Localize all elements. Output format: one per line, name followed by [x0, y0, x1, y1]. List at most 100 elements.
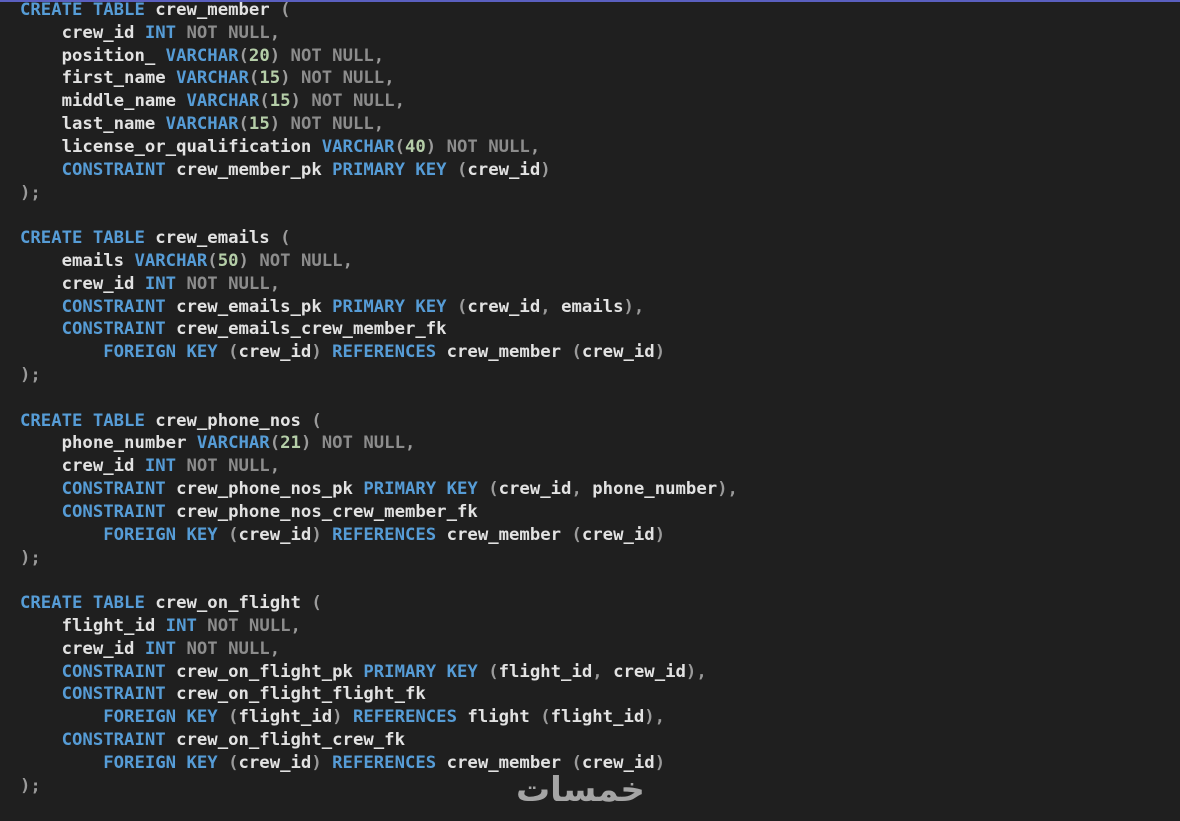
code-line[interactable]: position_ VARCHAR(20) NOT NULL,	[20, 45, 738, 68]
punctuation-token: (	[571, 524, 582, 545]
keyword-token: VARCHAR	[134, 250, 208, 271]
keyword-token: INT	[144, 456, 177, 477]
code-line[interactable]: CONSTRAINT crew_emails_pk PRIMARY KEY (c…	[20, 296, 738, 319]
code-line[interactable]: middle_name VARCHAR(15) NOT NULL,	[20, 90, 738, 113]
code-line[interactable]: CREATE TABLE crew_emails (	[20, 227, 738, 250]
identifier-token: emails	[20, 250, 135, 271]
code-line[interactable]: license_or_qualification VARCHAR(40) NOT…	[20, 136, 738, 159]
punctuation-token: ,	[269, 22, 281, 43]
identifier-token	[20, 753, 103, 773]
identifier-token: crew_phone_nos_pk	[165, 479, 364, 500]
keyword-token: CONSTRAINT	[61, 501, 166, 522]
code-line[interactable]: CONSTRAINT crew_phone_nos_pk PRIMARY KEY…	[20, 478, 738, 501]
identifier-token: position_	[20, 45, 166, 66]
code-line[interactable]: emails VARCHAR(50) NOT NULL,	[20, 250, 738, 273]
keyword-token: VARCHAR	[186, 91, 260, 112]
punctuation-token: (	[217, 707, 239, 728]
identifier-token: phone_number	[592, 479, 718, 500]
identifier-token: crew_id	[20, 22, 145, 43]
keyword-token: VARCHAR	[196, 433, 270, 454]
identifier-token: emails	[561, 296, 624, 317]
punctuation-token: ,	[373, 45, 385, 66]
identifier-token: crew_id	[20, 456, 145, 477]
punctuation-token: (	[311, 410, 322, 431]
identifier-token: flight_id	[20, 615, 166, 636]
punctuation-token: ,	[269, 456, 281, 477]
code-line[interactable]: crew_id INT NOT NULL,	[20, 638, 738, 661]
punctuation-token: )	[311, 752, 333, 773]
number-token: 21	[280, 433, 301, 454]
code-line[interactable]	[20, 569, 738, 592]
punctuation-token: )	[290, 91, 301, 112]
not-null-token: NOT NULL	[176, 456, 270, 477]
code-line[interactable]: CONSTRAINT crew_phone_nos_crew_member_fk	[20, 501, 738, 524]
code-line[interactable]: );	[20, 364, 738, 387]
code-line[interactable]: CREATE TABLE crew_on_flight (	[20, 592, 738, 615]
code-line[interactable]: CREATE TABLE crew_phone_nos (	[20, 410, 738, 433]
identifier-token: crew_member_pk	[165, 159, 333, 180]
identifier-token: crew_emails_pk	[165, 296, 333, 317]
keyword-token: VARCHAR	[321, 136, 395, 157]
identifier-token: crew_phone_nos_crew_member_fk	[165, 501, 478, 522]
code-line[interactable]: crew_id INT NOT NULL,	[20, 22, 738, 45]
code-line[interactable]: phone_number VARCHAR(21) NOT NULL,	[20, 432, 738, 455]
identifier-token: crew_id	[20, 638, 145, 659]
not-null-token: NOT NULL	[311, 433, 405, 454]
punctuation-token: )	[540, 159, 551, 180]
punctuation-token: ),	[644, 707, 666, 728]
code-line[interactable]: last_name VARCHAR(15) NOT NULL,	[20, 113, 738, 136]
punctuation-token: (	[280, 228, 291, 249]
code-line[interactable]: CREATE TABLE crew_member (	[20, 0, 738, 22]
punctuation-token: (	[269, 433, 281, 454]
identifier-token	[20, 297, 62, 317]
punctuation-token: )	[311, 342, 333, 363]
number-token: 15	[269, 91, 291, 112]
code-line[interactable]: flight_id INT NOT NULL,	[20, 615, 738, 638]
punctuation-token: )	[332, 707, 353, 728]
identifier-token: crew_emails_crew_member_fk	[165, 319, 447, 340]
punctuation-token: (	[259, 91, 270, 112]
code-area[interactable]: CREATE TABLE crew_member ( crew_id INT N…	[20, 0, 738, 797]
code-line[interactable]: );	[20, 182, 738, 205]
code-line[interactable]: FOREIGN KEY (crew_id) REFERENCES crew_me…	[20, 341, 738, 364]
identifier-token: phone_number	[20, 433, 197, 454]
code-line[interactable]	[20, 204, 738, 227]
keyword-token: CONSTRAINT	[61, 479, 166, 500]
punctuation-token: )	[300, 433, 312, 454]
code-line[interactable]: CONSTRAINT crew_on_flight_flight_fk	[20, 683, 738, 706]
code-line[interactable]: CONSTRAINT crew_emails_crew_member_fk	[20, 318, 738, 341]
not-null-token: NOT NULL	[176, 638, 270, 659]
punctuation-token: );	[20, 182, 41, 203]
not-null-token: NOT NULL	[176, 273, 270, 294]
code-line[interactable]: CONSTRAINT crew_on_flight_pk PRIMARY KEY…	[20, 661, 738, 684]
keyword-token: PRIMARY KEY	[363, 661, 478, 682]
keyword-token: FOREIGN KEY	[103, 524, 218, 545]
keyword-token: REFERENCES	[352, 707, 457, 728]
punctuation-token: (	[280, 0, 291, 20]
code-line[interactable]	[20, 387, 738, 410]
code-line[interactable]: FOREIGN KEY (flight_id) REFERENCES fligh…	[20, 706, 738, 729]
keyword-token: VARCHAR	[165, 114, 239, 135]
keyword-token: VARCHAR	[165, 45, 239, 66]
punctuation-token: ,	[540, 296, 562, 317]
code-line[interactable]: );	[20, 547, 738, 570]
punctuation-token: );	[20, 547, 41, 568]
identifier-token: crew_id	[20, 273, 145, 294]
punctuation-token: (	[238, 114, 249, 135]
code-line[interactable]: crew_id INT NOT NULL,	[20, 273, 738, 296]
identifier-token: last_name	[20, 114, 166, 135]
punctuation-token: ,	[269, 273, 281, 294]
code-line[interactable]: CONSTRAINT crew_on_flight_crew_fk	[20, 729, 738, 752]
identifier-token: crew_id	[467, 296, 541, 317]
code-line[interactable]: FOREIGN KEY (crew_id) REFERENCES crew_me…	[20, 524, 738, 547]
code-editor[interactable]: CREATE TABLE crew_member ( crew_id INT N…	[0, 0, 1180, 821]
punctuation-token: ,	[269, 638, 281, 659]
code-line[interactable]: first_name VARCHAR(15) NOT NULL,	[20, 67, 738, 90]
not-null-token: NOT NULL	[290, 68, 385, 89]
keyword-token: FOREIGN KEY	[103, 342, 218, 363]
identifier-token: crew_member	[436, 524, 572, 545]
code-line[interactable]: crew_id INT NOT NULL,	[20, 455, 738, 478]
code-line[interactable]: CONSTRAINT crew_member_pk PRIMARY KEY (c…	[20, 159, 738, 182]
identifier-token: middle_name	[20, 91, 187, 112]
identifier-token: crew_id	[238, 524, 312, 545]
